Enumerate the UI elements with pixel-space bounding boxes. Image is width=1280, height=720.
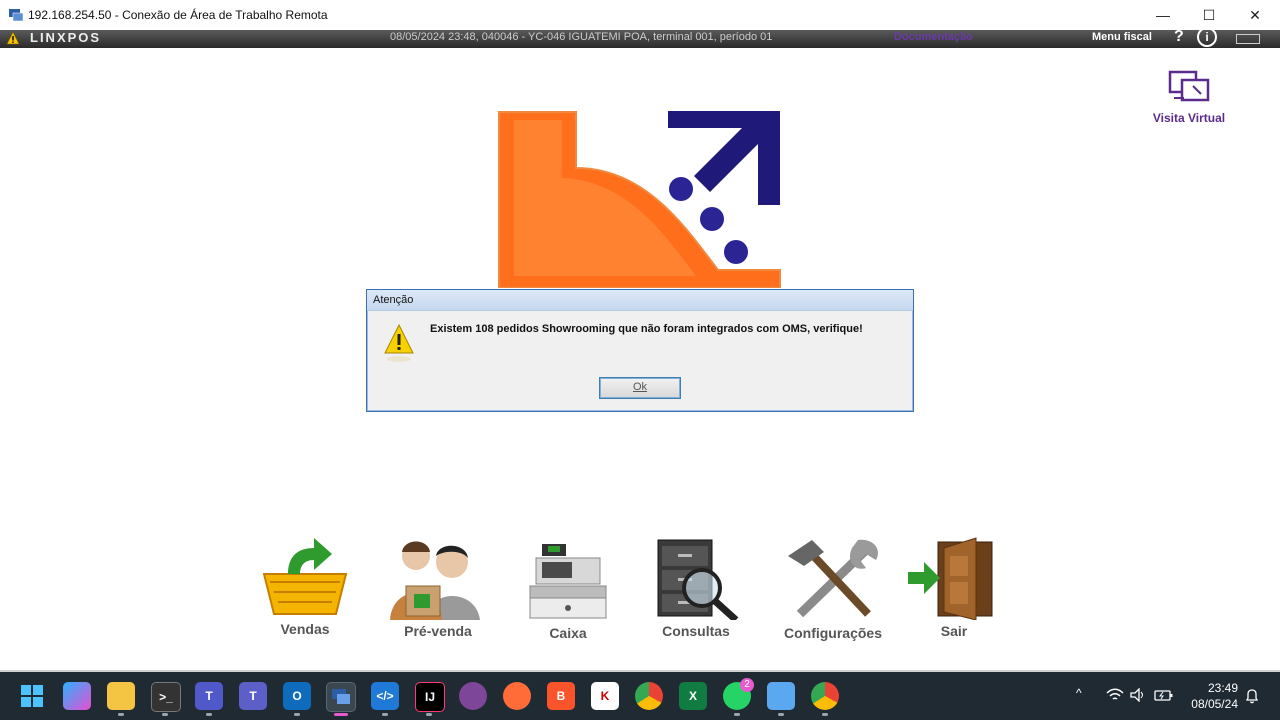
volume-icon[interactable] [1130,688,1146,702]
rdp-title-bar: 192.168.254.50 - Conexão de Área de Trab… [0,0,1280,30]
window-title: 192.168.254.50 - Conexão de Área de Trab… [28,8,328,22]
running-indicator [382,713,388,716]
menu-label: Consultas [662,623,730,639]
monitor-screens-icon [1168,70,1210,102]
chevron-up-icon[interactable]: ^ [1076,686,1082,700]
visita-virtual-label: Visita Virtual [1152,111,1226,125]
menu-label: Vendas [280,621,330,637]
ok-label: Ok [632,381,648,393]
wifi-icon[interactable] [1106,688,1124,702]
brave-icon[interactable]: B [547,682,575,710]
clock-time: 23:49 [1207,681,1238,695]
info-icon[interactable]: i [1197,27,1217,47]
battery-icon[interactable] [1154,688,1174,702]
menu-label: Sair [940,623,968,639]
menu-label: Caixa [549,625,587,641]
notification-bell-icon[interactable] [1244,688,1260,704]
active-indicator [334,713,348,716]
menu-caixa[interactable]: Caixa [528,536,608,641]
remote-desktop-icon [9,9,24,22]
chrome-icon[interactable] [635,682,663,710]
running-indicator [426,713,432,716]
visita-virtual-button[interactable]: Visita Virtual [1144,68,1234,125]
remote-desktop-icon[interactable] [326,682,356,712]
warning-icon [384,323,414,362]
running-indicator [734,713,740,716]
maximize-button[interactable]: ☐ [1186,0,1232,30]
ok-button[interactable]: Ok [599,377,681,399]
running-indicator [822,713,828,716]
whatsapp-badge: 2 [740,678,754,692]
excel-icon[interactable]: X [679,682,707,710]
menu-vendas[interactable]: Vendas [258,536,352,637]
chrome-profile-icon[interactable] [811,682,839,710]
shopping-basket-icon [262,538,348,615]
running-indicator [118,713,124,716]
brand-logo: LINXPOS [30,30,102,45]
running-indicator [778,713,784,716]
system-clock[interactable]: 23:49 08/05/24 [1186,680,1238,712]
tools-icon [788,539,878,618]
minimize-button[interactable]: — [1140,0,1186,30]
cash-register-icon [529,544,607,619]
intellij-icon[interactable]: IJ [415,682,445,712]
customers-icon [390,541,480,620]
tor-browser-icon[interactable] [459,682,487,710]
running-indicator [162,713,168,716]
session-status: 08/05/2024 23:48, 040046 - YC-046 IGUATE… [390,31,773,43]
documentation-link[interactable]: Documentação [894,31,973,43]
outlook-icon[interactable]: O [283,682,311,710]
menu-pre-venda[interactable]: Pré-venda [388,536,488,639]
exit-door-icon [908,537,993,621]
menu-consultas[interactable]: Consultas [648,536,744,639]
clock-date: 08/05/24 [1191,697,1238,711]
help-icon[interactable]: ? [1174,28,1184,46]
vscode-icon[interactable]: </> [371,682,399,710]
app-header: LINXPOS 08/05/2024 23:48, 040046 - YC-04… [0,27,1280,48]
warning-icon [6,31,20,45]
alert-dialog: Atenção Existem 108 pedidos Showrooming … [366,289,914,412]
notepad-icon[interactable] [767,682,795,710]
menu-sair[interactable]: Sair [906,536,1002,639]
dialog-title: Atenção [367,290,913,311]
window-mode-icon[interactable] [1236,34,1260,44]
start-icon[interactable] [18,682,46,710]
dialog-message: Existem 108 pedidos Showrooming que não … [430,323,863,335]
linx-logo [498,111,781,288]
fiscal-menu-link[interactable]: Menu fiscal [1092,31,1152,43]
menu-configuracoes[interactable]: Configurações [778,536,888,641]
file-explorer-icon[interactable] [107,682,135,710]
copilot-icon[interactable] [63,682,91,710]
postman-icon[interactable] [503,682,531,710]
menu-label: Configurações [783,625,882,641]
running-indicator [294,713,300,716]
running-indicator [206,713,212,716]
file-cabinet-search-icon [657,539,739,623]
terminal-icon[interactable]: >_ [151,682,181,712]
kubernetes-icon[interactable]: K [591,682,619,710]
menu-label: Pré-venda [404,623,472,639]
close-button[interactable]: ✕ [1232,0,1278,30]
windows-taskbar: >_ T T O </> IJ B K X 2 ^ 23:49 08/05/24 [0,672,1280,720]
teams-new-icon[interactable]: T [195,682,223,710]
teams-icon[interactable]: T [239,682,267,710]
